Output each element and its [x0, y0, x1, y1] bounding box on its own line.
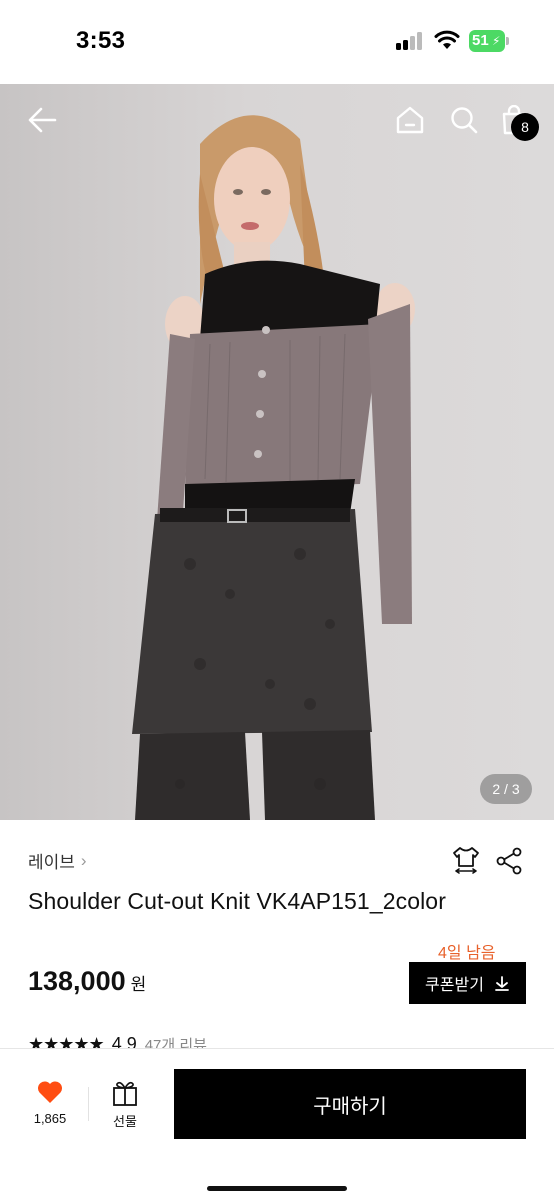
home-button[interactable]: [390, 100, 430, 140]
search-icon: [451, 107, 478, 134]
heart-icon: [37, 1081, 63, 1103]
product-image[interactable]: 2 / 3: [0, 84, 554, 820]
coupon-days-left: 4일 남음: [438, 945, 496, 962]
back-button[interactable]: [22, 100, 62, 140]
status-bar: 3:53 51 ⚡: [0, 0, 554, 84]
bottom-action-bar: 1,865 선물 구매하기: [0, 1048, 554, 1200]
home-icon: [396, 106, 424, 134]
chevron-right-icon: ›: [80, 850, 87, 870]
share-icon[interactable]: [494, 846, 524, 876]
signal-icon: [396, 32, 424, 50]
price: 138,000: [28, 966, 126, 996]
gift-button[interactable]: 선물: [98, 1079, 152, 1139]
product-title: Shoulder Cut-out Knit VK4AP151_2color: [28, 888, 446, 914]
brand-link[interactable]: 레이브 ›: [28, 848, 87, 873]
coupon-button[interactable]: 쿠폰받기: [409, 962, 526, 1004]
size-fit-icon[interactable]: [450, 844, 482, 876]
download-icon: [495, 976, 509, 991]
price-row: 138,000 원: [28, 966, 146, 997]
coupon-button-label: 쿠폰받기: [425, 977, 484, 994]
price-unit: 원: [130, 975, 147, 994]
like-button[interactable]: 1,865: [22, 1079, 78, 1139]
cart-count-badge: 8: [511, 113, 539, 141]
battery-icon: 51 ⚡: [469, 30, 509, 52]
wifi-icon: [434, 30, 460, 49]
gift-label: 선물: [113, 1114, 137, 1129]
divider: [88, 1087, 89, 1121]
model-photo: [132, 115, 415, 820]
buy-button[interactable]: 구매하기: [174, 1069, 526, 1139]
back-arrow-icon: [28, 107, 57, 133]
like-count: 1,865: [33, 1111, 67, 1126]
home-indicator: [207, 1186, 347, 1191]
gift-icon: [113, 1081, 137, 1106]
battery-percent: 51: [472, 32, 489, 49]
brand-name: 레이브: [28, 853, 75, 872]
search-button[interactable]: [444, 100, 484, 140]
image-page-indicator: 2 / 3: [480, 774, 532, 804]
status-time: 3:53: [76, 27, 126, 54]
